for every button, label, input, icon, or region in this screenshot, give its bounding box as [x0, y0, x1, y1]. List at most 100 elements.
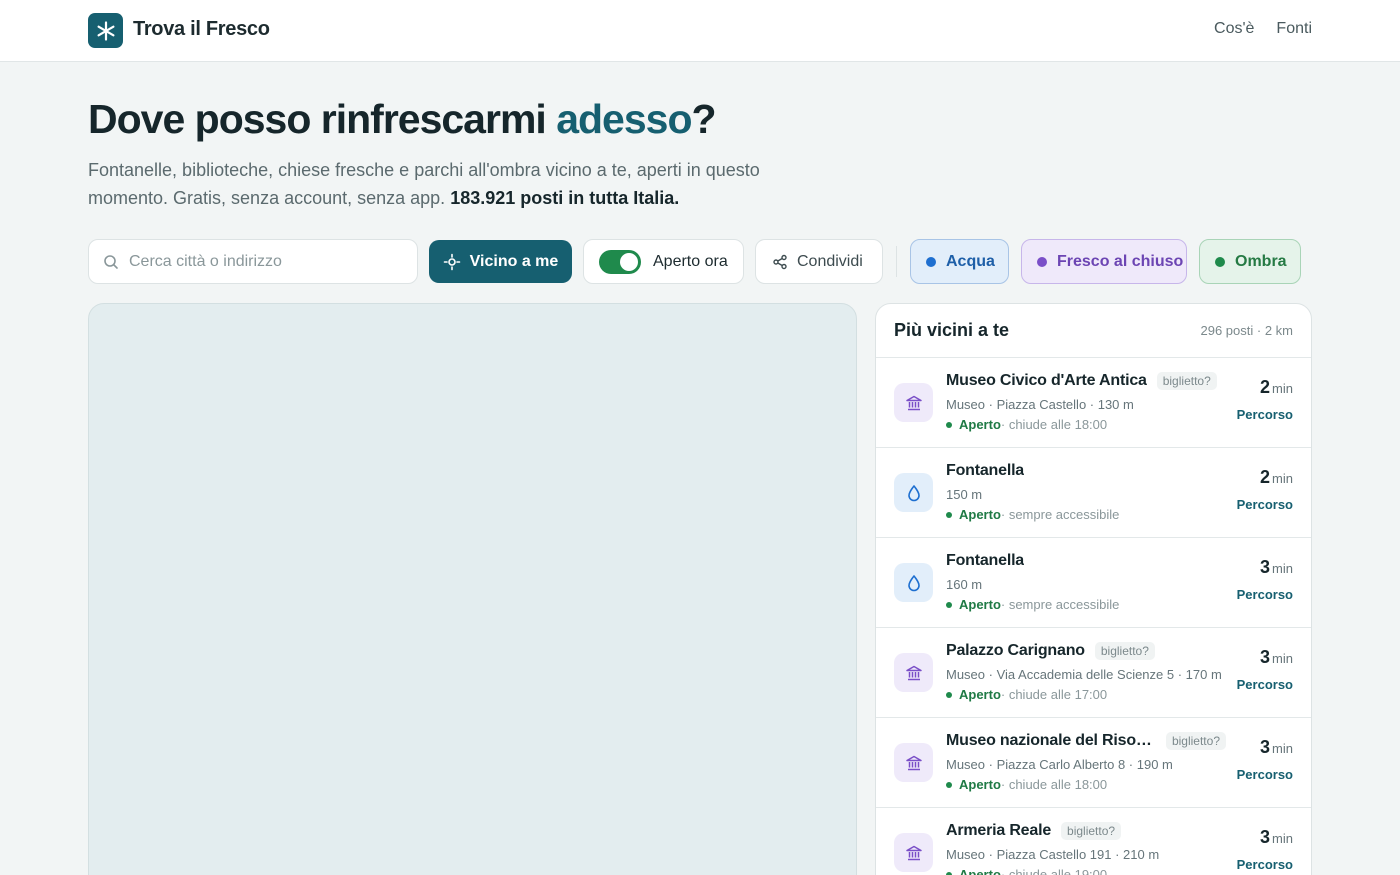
open-now-label: Aperto ora: [653, 252, 728, 270]
list-item[interactable]: Museo nazionale del Risorg... biglietto? M…: [876, 718, 1311, 808]
map-area[interactable]: [88, 303, 857, 875]
water-drop-icon: [894, 473, 933, 512]
status-open: Aperto: [959, 867, 1001, 875]
walk-time-unit: min: [1272, 381, 1293, 396]
museum-icon: [894, 383, 933, 422]
item-status: Aperto · sempre accessibile: [946, 507, 1119, 522]
ticket-badge: biglietto?: [1156, 372, 1217, 390]
open-dot-icon: [946, 691, 952, 698]
nav-cos-e[interactable]: Cos'è: [1214, 20, 1254, 38]
page-subtitle: Fontanelle, biblioteche, chiese fresche …: [88, 156, 788, 212]
route-link[interactable]: Percorso: [1237, 857, 1293, 872]
open-dot-icon: [946, 511, 952, 518]
panel-header: Più vicini a te 296 posti · 2 km: [876, 304, 1311, 358]
search-input[interactable]: [129, 252, 399, 271]
item-name: Armeria Reale: [946, 822, 1052, 839]
walk-time: 2 min: [1260, 377, 1293, 398]
walk-time-value: 3: [1260, 827, 1271, 847]
brand-name[interactable]: Trova il Fresco: [133, 18, 270, 41]
filter-chip-acqua[interactable]: Acqua: [910, 239, 1009, 284]
status-open: Aperto: [959, 597, 1001, 612]
title-main: Dove posso rinfrescarmi: [88, 96, 557, 142]
near-me-label: Vicino a me: [469, 252, 559, 270]
list-item[interactable]: Museo Civico d'Arte Antica biglietto? Muse…: [876, 358, 1311, 448]
item-name-line: Palazzo Carignano biglietto?: [946, 642, 1226, 660]
open-dot-icon: [946, 421, 952, 428]
item-name: Fontanella: [946, 552, 1025, 569]
search-box[interactable]: [88, 239, 418, 284]
title-end: ?: [691, 96, 717, 142]
page-title: Dove posso rinfrescarmi adesso?: [88, 96, 717, 143]
walk-time: 3 min: [1260, 557, 1293, 578]
title-accent: adesso: [556, 96, 692, 142]
status-open: Aperto: [959, 507, 1001, 522]
filter-chip-fresco[interactable]: Fresco al chiuso: [1021, 239, 1187, 284]
list-item[interactable]: Palazzo Carignano biglietto? Museo · Via A…: [876, 628, 1311, 718]
item-name-line: Fontanella: [946, 552, 1226, 570]
list-item[interactable]: Fontanella 150 m Aperto · sempre accessibi…: [876, 448, 1311, 538]
status-hours: · chiude alle 17:00: [1000, 687, 1108, 702]
route-link[interactable]: Percorso: [1237, 407, 1293, 422]
share-label: Condividi: [797, 252, 863, 270]
route-link[interactable]: Percorso: [1237, 497, 1293, 512]
open-dot-icon: [946, 601, 952, 608]
item-name: Museo nazionale del Risorg...: [946, 732, 1156, 749]
walk-time-unit: min: [1272, 561, 1293, 576]
walk-time-value: 3: [1260, 647, 1271, 667]
route-link[interactable]: Percorso: [1237, 587, 1293, 602]
item-status: Aperto · chiude alle 18:00: [946, 417, 1107, 432]
nav-fonti[interactable]: Fonti: [1276, 20, 1312, 38]
status-open: Aperto: [959, 777, 1001, 792]
item-details: 160 m: [946, 577, 983, 592]
chip-label: Ombra: [1235, 252, 1287, 270]
chip-label: Fresco al chiuso: [1057, 252, 1184, 270]
near-me-button[interactable]: Vicino a me: [429, 240, 572, 283]
snowflake-icon: [96, 20, 114, 41]
status-open: Aperto: [959, 687, 1001, 702]
panel-title: Più vicini a te: [894, 320, 1010, 340]
walk-time-value: 3: [1260, 737, 1271, 757]
item-status: Aperto · chiude alle 19:00: [946, 867, 1107, 875]
chip-dot-icon: [926, 256, 936, 267]
status-hours: · sempre accessibile: [1000, 597, 1120, 612]
search-icon: [104, 254, 118, 269]
list-item[interactable]: Armeria Reale biglietto? Museo · Piazza Ca…: [876, 808, 1311, 875]
museum-icon: [894, 653, 933, 692]
open-now-toggle[interactable]: Aperto ora: [583, 239, 744, 284]
walk-time-value: 3: [1260, 557, 1271, 577]
item-name-line: Museo Civico d'Arte Antica biglietto?: [946, 372, 1226, 390]
open-dot-icon: [946, 871, 952, 875]
status-hours: · chiude alle 18:00: [1000, 777, 1108, 792]
route-link[interactable]: Percorso: [1237, 677, 1293, 692]
walk-time: 2 min: [1260, 467, 1293, 488]
status-hours: · chiude alle 18:00: [1000, 417, 1108, 432]
item-details: Museo · Piazza Castello · 130 m: [946, 397, 1134, 412]
walk-time-unit: min: [1272, 831, 1293, 846]
top-nav: Cos'è Fonti: [1214, 20, 1312, 38]
ticket-badge: biglietto?: [1094, 642, 1155, 660]
walk-time: 3 min: [1260, 647, 1293, 668]
top-bar: Trova il Fresco Cos'è Fonti: [0, 0, 1400, 62]
logo[interactable]: [88, 13, 123, 48]
item-name-line: Fontanella: [946, 462, 1226, 480]
results-panel: Più vicini a te 296 posti · 2 km Museo C…: [875, 303, 1312, 875]
route-link[interactable]: Percorso: [1237, 767, 1293, 782]
walk-time: 3 min: [1260, 827, 1293, 848]
item-details: Museo · Via Accademia delle Scienze 5 · …: [946, 667, 1222, 682]
item-name-line: Museo nazionale del Risorg... biglietto?: [946, 732, 1226, 750]
status-hours: · chiude alle 19:00: [1000, 867, 1108, 875]
share-icon: [773, 254, 787, 269]
toggle-switch[interactable]: [599, 249, 641, 274]
item-status: Aperto · chiude alle 17:00: [946, 687, 1107, 702]
item-details: Museo · Piazza Carlo Alberto 8 · 190 m: [946, 757, 1173, 772]
item-name: Museo Civico d'Arte Antica: [946, 372, 1147, 389]
chip-label: Acqua: [946, 252, 995, 270]
locate-icon: [443, 253, 460, 270]
filter-chip-ombra[interactable]: Ombra: [1199, 239, 1301, 284]
walk-time-value: 2: [1260, 467, 1271, 487]
share-button[interactable]: Condividi: [755, 239, 883, 284]
item-details: Museo · Piazza Castello 191 · 210 m: [946, 847, 1160, 862]
museum-icon: [894, 833, 933, 872]
walk-time-value: 2: [1260, 377, 1271, 397]
list-item[interactable]: Fontanella 160 m Aperto · sempre accessibi…: [876, 538, 1311, 628]
